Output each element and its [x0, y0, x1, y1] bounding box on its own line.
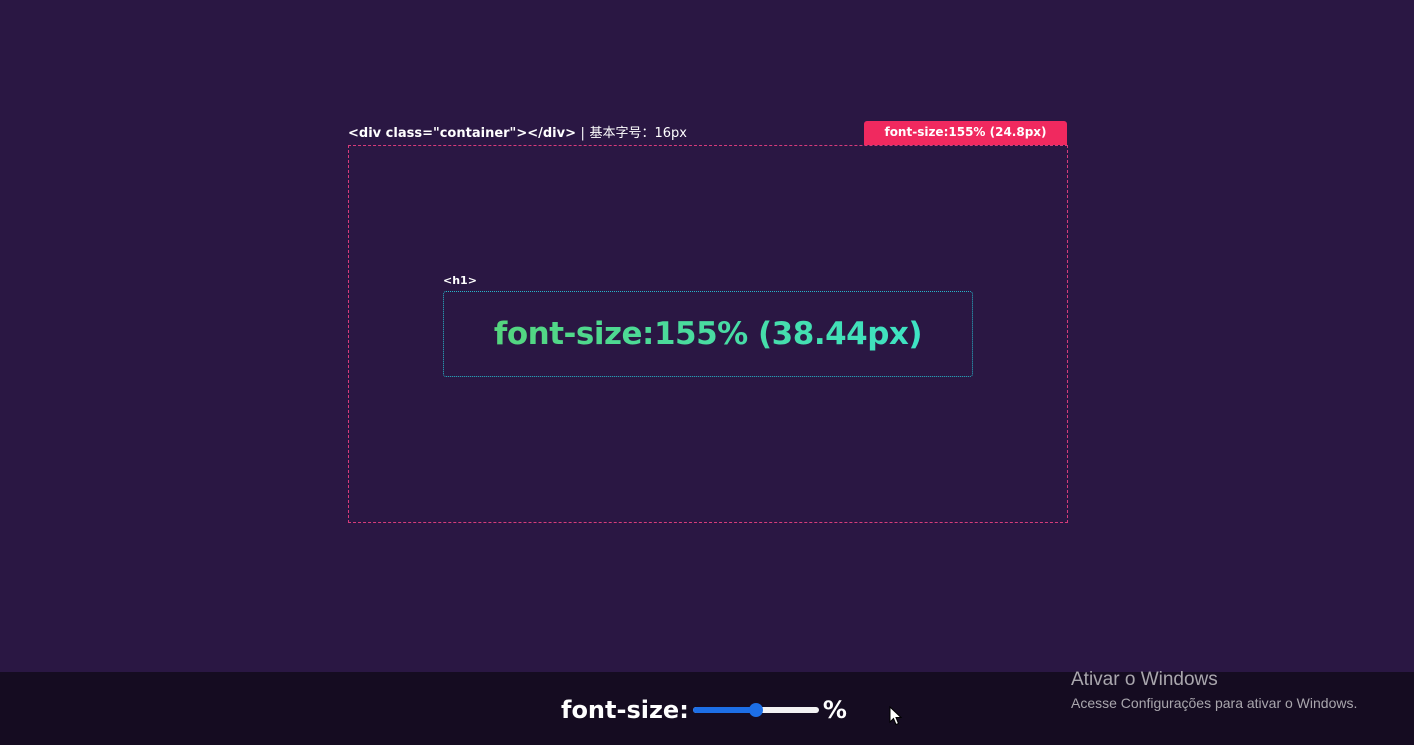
container-tag-text: <div class="container"></div>	[348, 126, 576, 141]
percent-unit: %	[822, 696, 847, 724]
activation-subtitle: Acesse Configurações para ativar o Windo…	[1071, 695, 1358, 711]
label-separator: |	[580, 126, 585, 141]
font-size-control-label: font-size:	[561, 696, 689, 724]
activation-title: Ativar o Windows	[1071, 669, 1218, 690]
windows-activation-notice: Ativar o Windows Acesse Configurações pa…	[1071, 668, 1357, 714]
h1-box: font-size:155% (38.44px)	[443, 291, 973, 377]
base-font-size-label: 基本字号：16px	[589, 126, 687, 141]
page: <div class="container"></div> | 基本字号：16p…	[0, 0, 1414, 745]
h1-heading: font-size:155% (38.44px)	[493, 316, 923, 352]
slider-fill	[692, 707, 756, 713]
slider-thumb[interactable]	[748, 703, 763, 717]
mouse-pointer-icon	[889, 706, 903, 726]
container-font-size-badge: font-size:155% (24.8px)	[864, 121, 1067, 145]
font-size-slider[interactable]	[692, 703, 819, 717]
h1-tag-label: <h1>	[443, 274, 477, 287]
font-size-control: font-size: %	[561, 690, 847, 730]
container-tag-label: <div class="container"></div> | 基本字号：16p…	[348, 124, 687, 144]
